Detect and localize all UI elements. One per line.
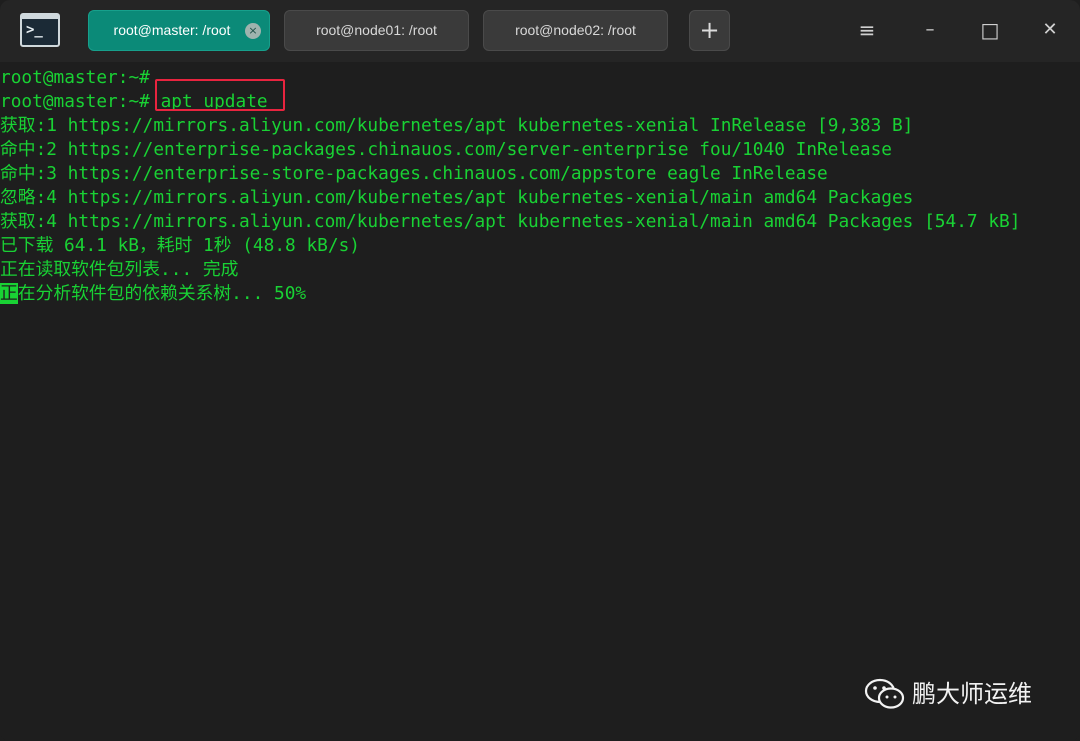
menu-icon[interactable]: ≡: [853, 16, 881, 44]
close-icon[interactable]: ×: [245, 23, 261, 39]
tab-label: root@master: /root: [113, 22, 231, 38]
command-highlight-box: [155, 79, 285, 111]
terminal-line: 正在读取软件包列表... 完成: [0, 259, 239, 280]
terminal-window: >_ root@master: /root × root@node01: /ro…: [0, 0, 1080, 741]
watermark-text: 鹏大师运维: [912, 680, 1032, 708]
tab-root-node01[interactable]: root@node01: /root: [284, 10, 469, 51]
maximize-icon[interactable]: □: [976, 16, 1004, 44]
tab-label: root@node02: /root: [515, 22, 636, 38]
tab-label: root@node01: /root: [316, 22, 437, 38]
terminal-line: 获取:4 https://mirrors.aliyun.com/kubernet…: [0, 211, 1021, 232]
terminal-cursor: 正: [0, 283, 18, 304]
title-bar: >_ root@master: /root × root@node01: /ro…: [0, 0, 1080, 62]
tab-root-node02[interactable]: root@node02: /root: [483, 10, 668, 51]
terminal-line: 忽略:4 https://mirrors.aliyun.com/kubernet…: [0, 187, 914, 208]
terminal-line: root@master:~#: [0, 67, 150, 88]
new-tab-button[interactable]: +: [689, 10, 730, 51]
terminal-output[interactable]: root@master:~# root@master:~# apt update…: [0, 66, 1080, 741]
tab-root-master[interactable]: root@master: /root ×: [88, 10, 270, 51]
progress-text: 在分析软件包的依赖关系树... 50%: [17, 283, 307, 304]
terminal-icon: >_: [20, 13, 60, 47]
close-icon[interactable]: ✕: [1036, 16, 1064, 44]
wechat-icon: [864, 678, 905, 709]
terminal-line-progress: 正在分析软件包的依赖关系树... 50%: [0, 282, 306, 306]
terminal-line: 命中:3 https://enterprise-store-packages.c…: [0, 163, 828, 184]
minimize-icon[interactable]: –: [916, 16, 944, 44]
terminal-line: 获取:1 https://mirrors.aliyun.com/kubernet…: [0, 115, 914, 136]
terminal-line: 命中:2 https://enterprise-packages.chinauo…: [0, 139, 892, 160]
terminal-line: 已下载 64.1 kB，耗时 1秒 (48.8 kB/s): [0, 235, 360, 256]
